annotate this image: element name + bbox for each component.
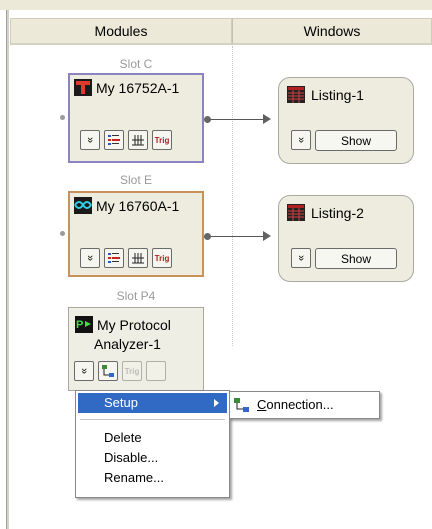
module-card-16760a[interactable]: My 16760A-1 » Trig: [68, 191, 204, 277]
double-chevron-down-icon: »: [295, 136, 307, 144]
module-name: My 16760A-1: [96, 198, 180, 214]
submenu-arrow-icon: [214, 399, 219, 407]
left-splitter[interactable]: [6, 10, 9, 529]
listing-table-icon: [287, 204, 305, 221]
column-header-modules[interactable]: Modules: [10, 18, 232, 45]
double-chevron-down-icon: »: [84, 254, 96, 262]
expand-chevron-button[interactable]: »: [74, 361, 94, 381]
connection-icon: [102, 365, 114, 377]
window-card-listing-1[interactable]: Listing-1 » Show: [278, 77, 414, 164]
show-button[interactable]: Show: [315, 248, 397, 269]
submenu-item-connection[interactable]: Connection...: [233, 395, 334, 415]
trig-label: Trig: [154, 253, 170, 263]
trigger-button[interactable]: Trig: [152, 248, 172, 268]
slot-label-c: Slot C: [119, 57, 153, 71]
input-dot: [60, 115, 65, 120]
bus-signal-button[interactable]: [128, 130, 148, 150]
expand-chevron-button[interactable]: »: [80, 248, 100, 268]
context-menu: Setup Delete Disable... Rename...: [75, 390, 230, 498]
overview-panel: Modules Windows Slot C My 16752A-1 » Tri…: [0, 0, 432, 529]
trig-label: Trig: [154, 135, 170, 145]
connection-arrowhead: [263, 114, 271, 124]
window-name: Listing-1: [311, 87, 364, 103]
double-chevron-down-icon: »: [84, 136, 96, 144]
submenu-item-label: Connection...: [257, 395, 334, 415]
window-name: Listing-2: [311, 205, 364, 221]
slot-label-e: Slot E: [119, 173, 152, 187]
menu-item-delete[interactable]: Delete: [78, 428, 227, 448]
listing-table-icon: [287, 86, 305, 103]
trig-label: Trig: [124, 366, 140, 376]
top-toolbar-strip: [0, 0, 432, 10]
input-dot: [60, 231, 65, 236]
connection-line: [204, 236, 268, 237]
expand-chevron-button[interactable]: »: [291, 130, 311, 150]
module-card-16752a[interactable]: My 16752A-1 » Trig: [68, 73, 204, 163]
double-chevron-down-icon: »: [78, 367, 90, 375]
setup-button[interactable]: [104, 248, 124, 268]
protocol-p-icon: P: [75, 316, 93, 333]
slot-label-p4: Slot P4: [116, 289, 156, 303]
setup-list-icon: [108, 253, 120, 263]
column-divider: [232, 46, 233, 346]
bus-signal-icon: [132, 253, 144, 264]
label-rest: onnection...: [266, 397, 334, 412]
module-name: My Protocol Analyzer-1: [94, 316, 171, 354]
menu-item-rename[interactable]: Rename...: [78, 468, 227, 488]
window-card-listing-2[interactable]: Listing-2 » Show: [278, 195, 414, 282]
module-card-protocol-analyzer[interactable]: P My Protocol Analyzer-1 » Trig: [68, 307, 204, 391]
svg-text:P: P: [76, 319, 83, 331]
connection-button[interactable]: [98, 361, 118, 381]
setup-button[interactable]: [104, 130, 124, 150]
accelerator-letter: C: [257, 397, 267, 412]
module-name: My 16752A-1: [96, 80, 180, 96]
double-chevron-down-icon: »: [295, 254, 307, 262]
module-name-line2: Analyzer-1: [94, 336, 161, 352]
empty-button-disabled: [146, 361, 166, 381]
connection-line: [204, 119, 268, 120]
eye-diagram-icon: [74, 197, 92, 214]
bus-signal-button[interactable]: [128, 248, 148, 268]
menu-item-disable[interactable]: Disable...: [78, 448, 227, 468]
trigger-button[interactable]: Trig: [152, 130, 172, 150]
bus-signal-icon: [132, 135, 144, 146]
menu-item-label: Setup: [104, 395, 138, 410]
trigger-t-icon: [74, 79, 92, 96]
expand-chevron-button[interactable]: »: [80, 130, 100, 150]
module-name-line1: My Protocol: [97, 317, 171, 333]
connection-arrowhead: [263, 231, 271, 241]
menu-item-setup[interactable]: Setup: [78, 393, 227, 413]
setup-submenu: Connection...: [229, 391, 380, 419]
output-dot: [204, 233, 211, 240]
show-button[interactable]: Show: [315, 130, 397, 151]
menu-separator: [80, 419, 225, 420]
expand-chevron-button[interactable]: »: [291, 248, 311, 268]
setup-list-icon: [108, 135, 120, 145]
trigger-button-disabled: Trig: [122, 361, 142, 381]
column-header-windows[interactable]: Windows: [232, 18, 432, 45]
output-dot: [204, 116, 211, 123]
connection-icon: [234, 398, 249, 412]
